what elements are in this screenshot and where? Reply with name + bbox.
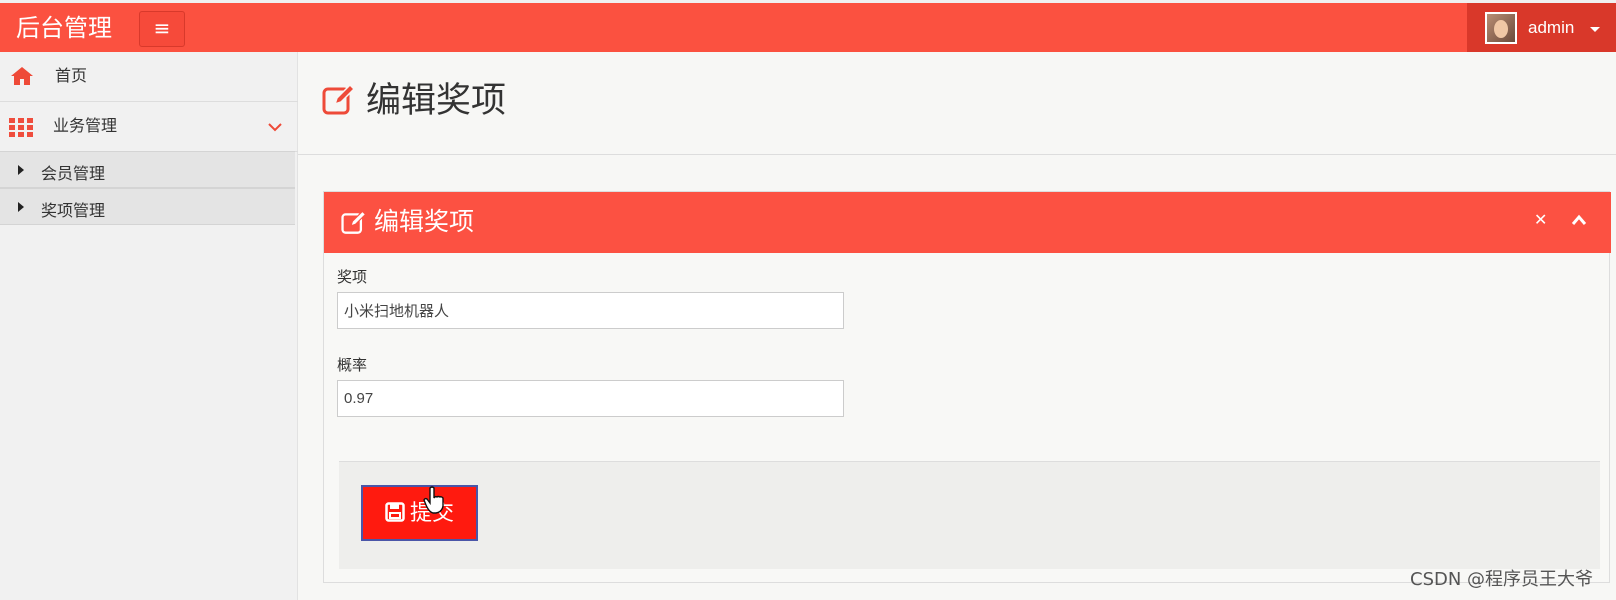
caret-right-icon [18,165,24,175]
brand-title[interactable]: 后台管理 [16,13,112,43]
sidebar: 首页 业务管理 会员管理 奖项管理 [0,52,298,600]
edit-icon [322,83,356,115]
edit-panel: 编辑奖项 ✕ 奖项 概率 提交 [323,191,1611,583]
caret-down-icon [1590,27,1600,32]
panel-title: 编辑奖项 [374,207,475,236]
close-icon[interactable]: ✕ [1534,212,1550,228]
chevron-down-icon[interactable] [268,120,282,134]
user-menu[interactable]: admin [1467,3,1616,52]
sidebar-item-home[interactable]: 首页 [0,52,298,102]
page-title: 编辑奖项 [366,81,507,121]
sidebar-subitem-label: 会员管理 [41,164,106,183]
sidebar-item-label: 业务管理 [53,116,118,135]
prize-label: 奖项 [337,268,368,286]
caret-right-icon [18,202,24,212]
probability-label: 概率 [337,356,368,374]
avatar [1485,12,1517,44]
sidebar-toggle-button[interactable]: ≡ [139,11,185,47]
save-icon [385,502,405,522]
sidebar-item-business[interactable]: 业务管理 [0,102,298,152]
sidebar-subitem-label: 奖项管理 [41,201,106,220]
probability-input[interactable] [337,380,844,417]
page-header: 编辑奖项 [298,52,1616,155]
edit-icon [341,210,367,234]
watermark: CSDN @程序员王大爷 [1410,569,1594,590]
collapse-icon[interactable] [1571,214,1587,226]
top-navbar: 后台管理 ≡ admin [0,0,1616,52]
sidebar-subitem-prizes[interactable]: 奖项管理 [0,188,295,225]
submit-button[interactable]: 提交 [361,485,478,541]
home-icon [11,67,33,85]
prize-input[interactable] [337,292,844,329]
username: admin [1528,18,1575,37]
sidebar-item-label: 首页 [55,66,88,85]
panel-header: 编辑奖项 ✕ [324,192,1611,253]
hamburger-icon: ≡ [153,16,171,40]
grid-icon [9,118,35,138]
hand-cursor-icon [423,486,444,514]
form-actions: 提交 [339,461,1600,569]
sidebar-subitem-members[interactable]: 会员管理 [0,151,295,188]
